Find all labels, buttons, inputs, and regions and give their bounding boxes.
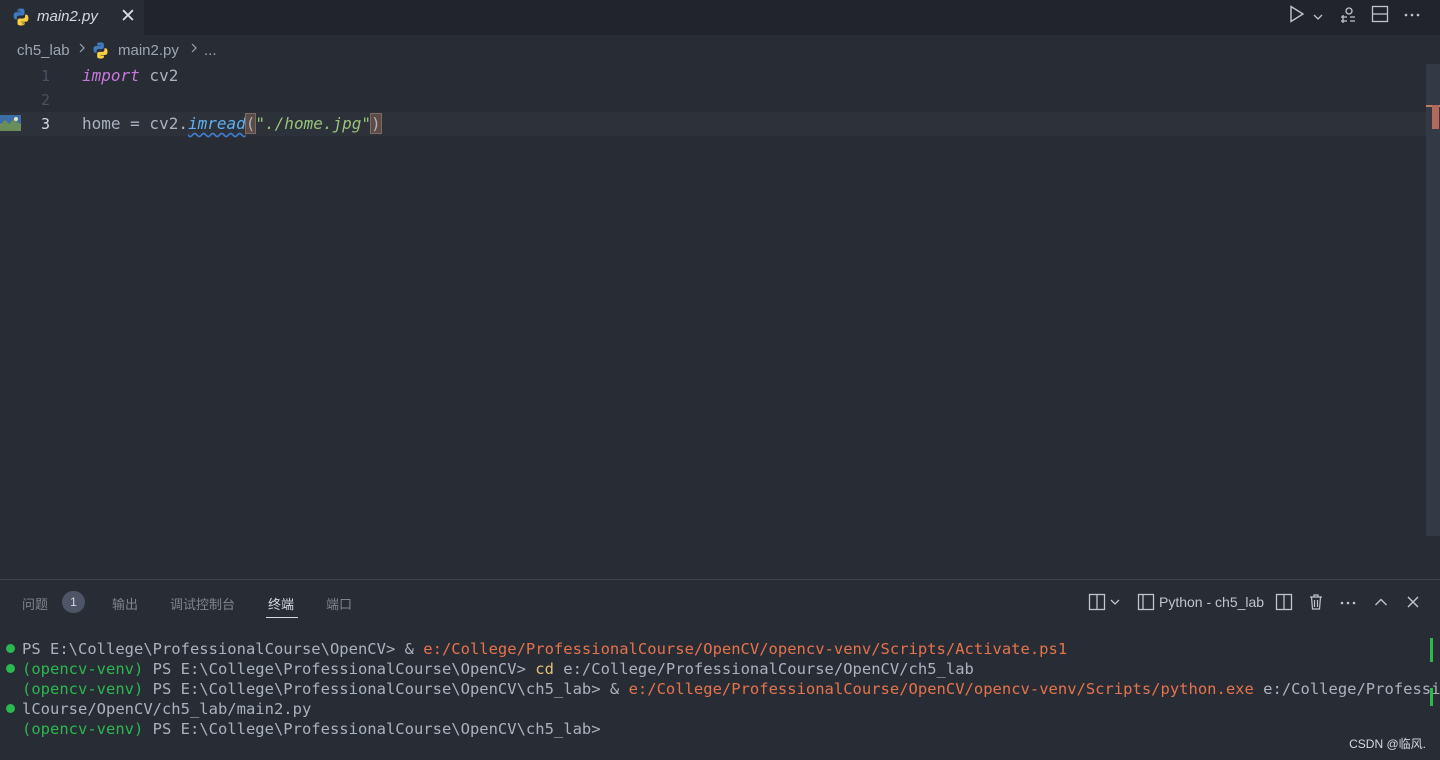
code-token: cv2 <box>139 66 179 85</box>
terminal-command-path: e:/College/ProfessionalCourse/OpenCV/ope… <box>628 680 1254 698</box>
chevron-down-icon[interactable] <box>1108 591 1122 613</box>
line-number: 1 <box>40 67 50 85</box>
close-panel-icon[interactable] <box>1402 591 1424 613</box>
terminal-command: cd <box>535 660 554 678</box>
code-line[interactable]: 2 <box>0 88 1426 112</box>
python-file-icon <box>93 42 108 59</box>
watermark: CSDN @临风. <box>1349 737 1426 751</box>
python-file-icon <box>13 8 29 26</box>
terminal-line: PS E:\College\ProfessionalCourse\OpenCV>… <box>22 639 1067 659</box>
new-terminal-split-icon[interactable] <box>1086 591 1108 613</box>
command-success-dot[interactable] <box>6 704 15 713</box>
terminal-line: (opencv-venv) PS E:\College\Professional… <box>22 679 1440 699</box>
chevron-up-icon[interactable] <box>1370 591 1392 613</box>
chevron-right-icon <box>189 41 199 59</box>
trash-icon[interactable] <box>1305 591 1327 613</box>
more-actions-icon[interactable] <box>1337 591 1359 613</box>
terminal-prompt: PS E:\College\ProfessionalCourse\OpenCV\… <box>143 680 629 698</box>
active-tab-indicator <box>266 617 298 618</box>
tab-output[interactable]: 输出 <box>112 594 138 613</box>
code-line[interactable]: 1 import cv2 <box>0 64 1426 88</box>
scrollbar-cursor-marker <box>1432 105 1439 129</box>
tab-terminal[interactable]: 终端 <box>268 594 294 613</box>
string-token: "./home.jpg" <box>255 114 371 133</box>
chevron-down-icon[interactable] <box>1312 8 1326 22</box>
line-number: 2 <box>40 91 50 109</box>
venv-label: (opencv-venv) <box>22 720 144 738</box>
breadcrumb-folder[interactable]: ch5_lab <box>17 42 70 59</box>
code-text: import cv2 <box>82 64 178 88</box>
bracket-highlight: ( <box>244 113 257 134</box>
terminal-name[interactable]: Python - ch5_lab <box>1159 594 1264 610</box>
function-token: imread <box>187 114 246 133</box>
terminal-prompt: PS E:\College\ProfessionalCourse\OpenCV\… <box>143 720 601 738</box>
terminal-arg: e:/College/ProfessionalCourse/OpenCV/ch5… <box>553 660 974 678</box>
command-success-dot[interactable] <box>6 644 15 653</box>
terminal-scroll-indicator <box>1430 688 1433 706</box>
source-control-graph-icon[interactable] <box>1338 5 1360 27</box>
terminal-prompt: PS E:\College\ProfessionalCourse\OpenCV>… <box>22 640 424 658</box>
tab-problems[interactable]: 问题 <box>22 594 48 613</box>
run-icon[interactable] <box>1289 5 1311 27</box>
breadcrumb-more[interactable]: ... <box>204 42 217 59</box>
breadcrumb-file[interactable]: main2.py <box>118 42 179 59</box>
terminal-scroll-indicator <box>1430 638 1433 662</box>
editor-scrollbar[interactable] <box>1426 64 1440 536</box>
tab-label: main2.py <box>37 8 98 25</box>
code-line-active[interactable]: 3 home = cv2.imread("./home.jpg") <box>0 112 1426 136</box>
terminal-line: (opencv-venv) PS E:\College\Professional… <box>22 659 974 679</box>
terminal-prompt: PS E:\College\ProfessionalCourse\OpenCV> <box>143 660 536 678</box>
split-editor-icon[interactable] <box>1371 5 1393 27</box>
more-actions-icon[interactable] <box>1403 5 1425 27</box>
command-success-dot[interactable] <box>6 664 15 673</box>
problems-count-badge: 1 <box>62 591 85 613</box>
editor-tab-main2[interactable]: main2.py ✕ <box>0 0 144 35</box>
bracket-highlight: ) <box>370 113 382 134</box>
close-icon[interactable]: ✕ <box>118 5 138 27</box>
venv-label: (opencv-venv) <box>22 660 144 678</box>
terminal-line: (opencv-venv) PS E:\College\Professional… <box>22 719 601 739</box>
tab-ports[interactable]: 端口 <box>326 594 352 613</box>
keyword-token: import <box>82 66 140 85</box>
image-preview-icon[interactable] <box>0 115 21 131</box>
terminal-arg: lCourse/OpenCV/ch5_lab/main2.py <box>22 700 312 718</box>
chevron-right-icon <box>77 41 87 59</box>
terminal-arg: e:/College/Professiona <box>1263 680 1440 698</box>
tab-debug-console[interactable]: 调试控制台 <box>170 594 235 613</box>
terminal-command-path: e:/College/ProfessionalCourse/OpenCV/ope… <box>423 640 1068 658</box>
code-token: home = cv2. <box>82 114 188 133</box>
split-terminal-icon[interactable] <box>1273 591 1295 613</box>
venv-label: (opencv-venv) <box>22 680 144 698</box>
editor-tab-bar <box>0 0 1440 35</box>
terminal-instance-icon[interactable] <box>1135 591 1157 613</box>
terminal-line: lCourse/OpenCV/ch5_lab/main2.py <box>22 699 311 719</box>
code-text: home = cv2.imread("./home.jpg") <box>82 112 382 136</box>
